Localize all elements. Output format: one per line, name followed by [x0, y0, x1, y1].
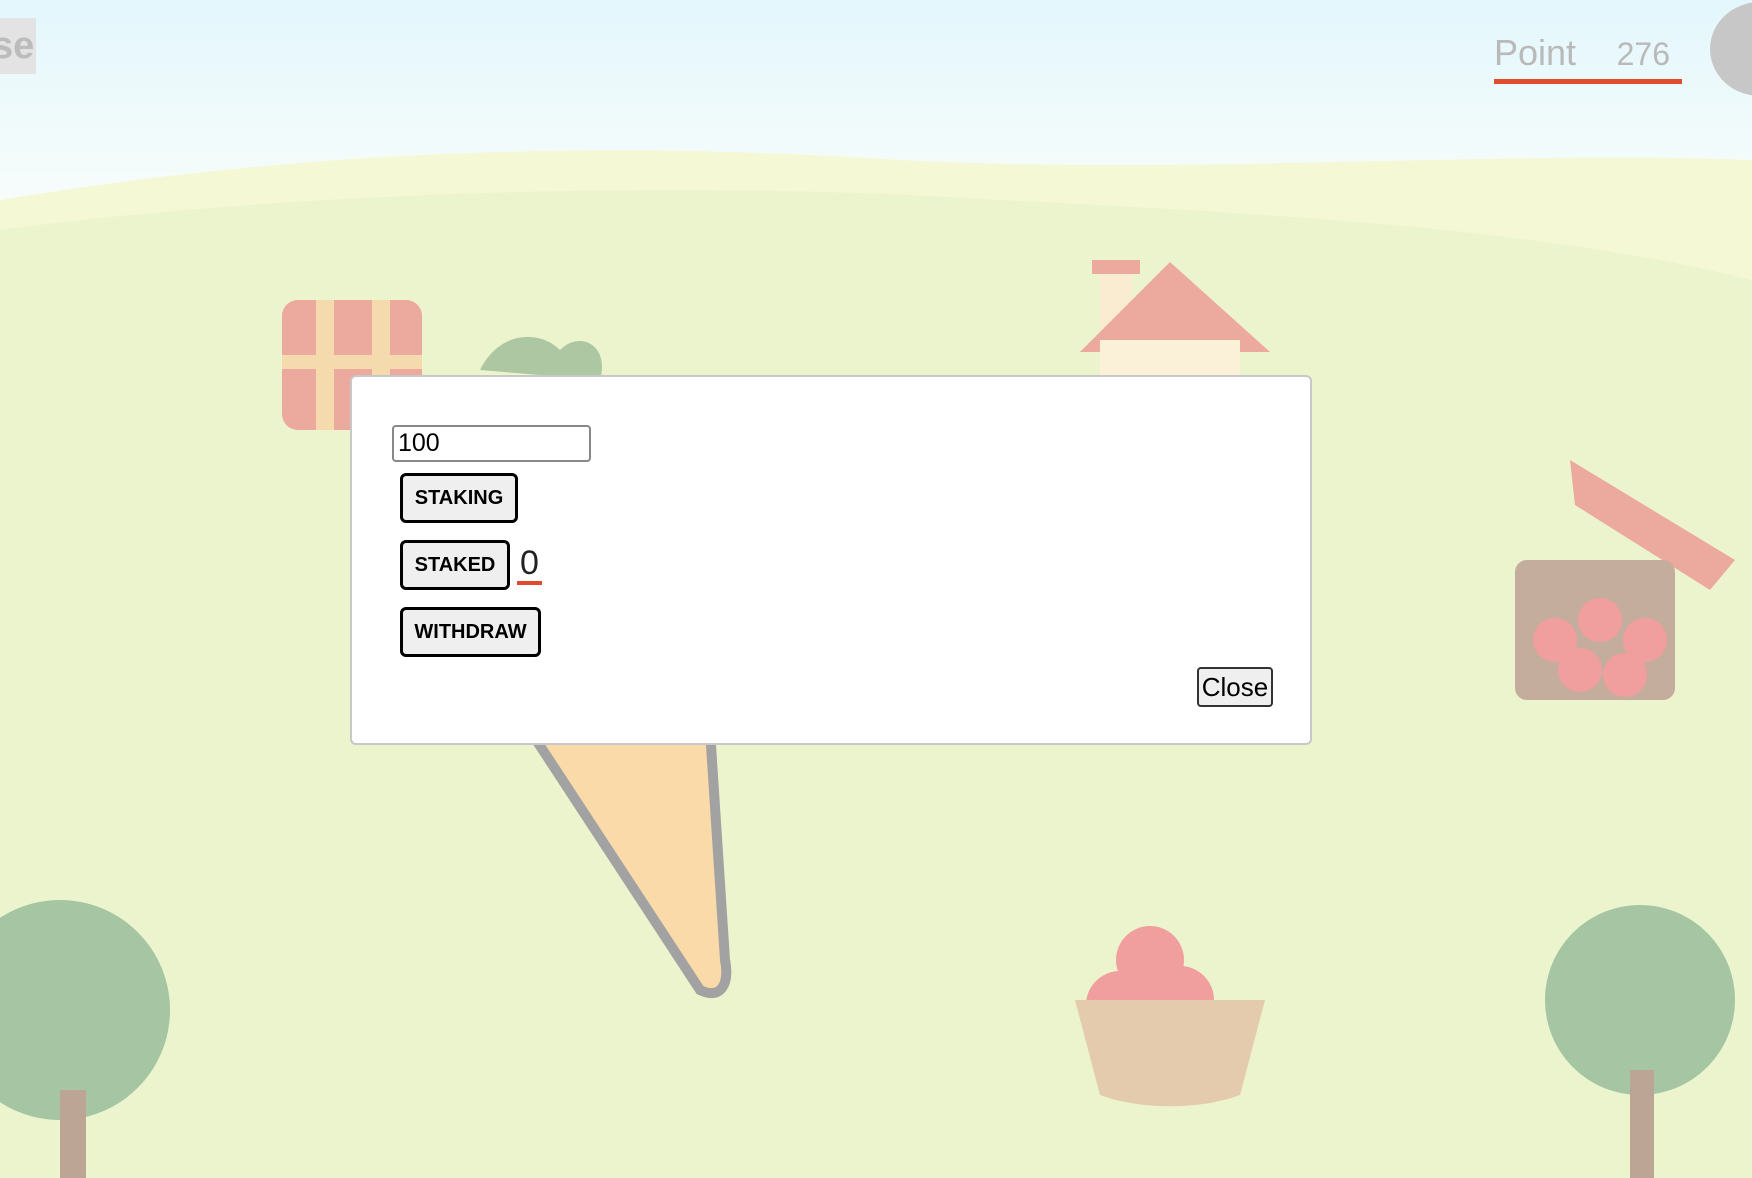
- stake-amount-input[interactable]: [392, 425, 591, 462]
- point-value: 276: [1616, 36, 1670, 72]
- point-label: Point: [1494, 32, 1577, 73]
- close-button[interactable]: Close: [1197, 667, 1273, 707]
- staking-button[interactable]: STAKING: [400, 473, 518, 523]
- point-display: Point 276: [1494, 28, 1682, 84]
- staking-modal: STAKING STAKED 0 WITHDRAW Close: [350, 375, 1312, 745]
- withdraw-button[interactable]: WITHDRAW: [400, 607, 541, 657]
- top-left-close-button[interactable]: se: [0, 18, 36, 74]
- staked-amount-value: 0: [517, 545, 542, 585]
- staked-button[interactable]: STAKED: [400, 540, 510, 590]
